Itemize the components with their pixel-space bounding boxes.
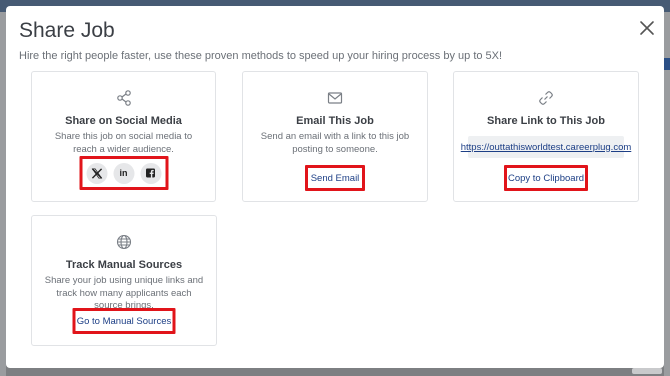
card-description: Send an email with a link to this job po… <box>260 131 410 155</box>
manual-sources-card: Track Manual Sources Share your job usin… <box>31 215 217 346</box>
close-icon[interactable] <box>638 19 656 37</box>
background-button <box>632 368 662 374</box>
modal-title: Share Job <box>19 19 115 42</box>
modal-subtitle: Hire the right people faster, use these … <box>19 50 503 62</box>
facebook-icon[interactable] <box>140 162 161 184</box>
share-icon <box>116 90 132 106</box>
copy-to-clipboard-button[interactable]: Copy to Clipboard <box>504 165 588 191</box>
email-job-card: Email This Job Send an email with a link… <box>242 71 428 202</box>
job-url-link[interactable]: https://outtathisworldtest.careerplug.co… <box>461 142 632 153</box>
card-description: Share this job on social media to reach … <box>54 131 193 155</box>
globe-icon <box>116 234 132 250</box>
card-title: Track Manual Sources <box>65 259 183 271</box>
card-title: Share on Social Media <box>65 115 182 127</box>
background-accent-strip <box>664 58 670 70</box>
job-url-box: https://outtathisworldtest.careerplug.co… <box>461 136 631 158</box>
envelope-icon <box>327 90 343 106</box>
card-title: Share Link to This Job <box>487 115 605 127</box>
go-to-manual-sources-button[interactable]: Go to Manual Sources <box>72 308 176 334</box>
link-icon <box>538 90 554 106</box>
share-job-modal: Share Job Hire the right people faster, … <box>6 6 664 368</box>
linkedin-icon[interactable]: in <box>113 162 134 184</box>
x-twitter-icon[interactable] <box>86 162 107 184</box>
share-link-card: Share Link to This Job https://outtathis… <box>453 71 639 202</box>
social-media-card: Share on Social Media Share this job on … <box>31 71 216 202</box>
social-buttons-highlight: in <box>79 156 168 190</box>
card-title: Email This Job <box>296 115 374 127</box>
card-description: Share your job using unique links and tr… <box>44 275 204 311</box>
send-email-button[interactable]: Send Email <box>305 165 365 191</box>
